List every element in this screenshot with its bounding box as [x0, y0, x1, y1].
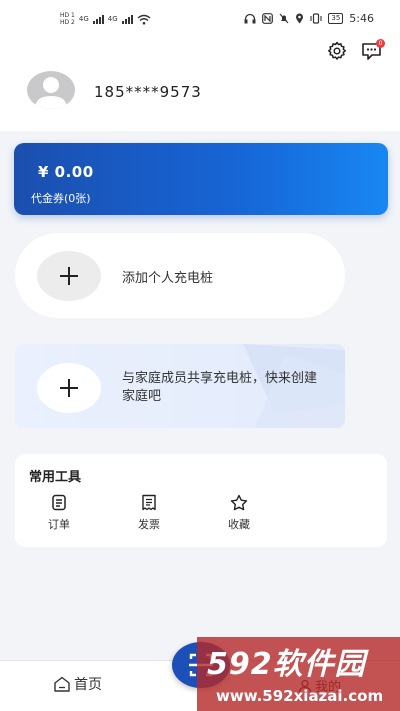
- battery-icon: 35: [328, 13, 344, 24]
- signal1-icon: [92, 14, 104, 24]
- profile-header: 0 185****9573: [0, 38, 400, 131]
- create-family-label: 与家庭成员共享充电桩，快来创建家庭吧: [122, 371, 318, 404]
- nav-home[interactable]: 首页: [53, 674, 102, 694]
- tool-orders[interactable]: 订单: [39, 494, 79, 532]
- star-icon: [230, 494, 248, 511]
- watermark-logo: 592软件园: [207, 647, 366, 682]
- voucher-amount: ¥ 0.00: [38, 163, 94, 181]
- headphone-icon: [244, 13, 256, 24]
- user-avatar-icon: [35, 77, 67, 109]
- vibrate-icon: [310, 13, 322, 24]
- invoice-icon: [142, 494, 156, 511]
- clock: 5:46: [349, 12, 374, 25]
- watermark: 592软件园 www.592xiazai.com: [197, 637, 400, 711]
- network1-label: 4G: [78, 15, 89, 23]
- nfc-icon: [262, 13, 274, 24]
- tool-invoice-label: 发票: [138, 518, 160, 531]
- common-tools-panel: 常用工具 订单 发票 收藏: [15, 454, 387, 547]
- tool-favorites-label: 收藏: [228, 518, 250, 531]
- nav-home-label: 首页: [74, 677, 102, 693]
- user-phone: 185****9573: [94, 83, 202, 101]
- mute-icon: [279, 13, 289, 24]
- tool-favorites[interactable]: 收藏: [219, 494, 259, 532]
- status-left: HD 1 HD 2 4G 4G: [60, 12, 151, 26]
- status-right: 35 5:46: [244, 12, 374, 25]
- order-icon: [52, 494, 66, 511]
- hd-indicator: HD 1 HD 2: [60, 12, 75, 26]
- hd1-label: HD 1: [60, 12, 75, 19]
- tools-title: 常用工具: [29, 470, 82, 485]
- network2-label: 4G: [107, 15, 118, 23]
- add-plus-icon: [37, 251, 101, 301]
- family-plus-icon: [37, 363, 101, 413]
- voucher-card[interactable]: ¥ 0.00 代金券(0张): [14, 143, 388, 215]
- settings-gear-icon[interactable]: [327, 41, 347, 61]
- message-button[interactable]: 0: [361, 39, 385, 63]
- location-icon: [296, 13, 304, 24]
- voucher-count: 代金券(0张): [31, 192, 91, 205]
- watermark-url: www.592xiazai.com: [216, 687, 384, 705]
- home-icon: [54, 676, 70, 692]
- add-charger-card[interactable]: 添加个人充电桩: [15, 233, 345, 318]
- tool-invoice[interactable]: 发票: [129, 494, 169, 532]
- status-bar: HD 1 HD 2 4G 4G 35 5:46: [0, 0, 400, 38]
- add-charger-label: 添加个人充电桩: [122, 271, 214, 286]
- avatar[interactable]: [27, 71, 75, 109]
- hd2-label: HD 2: [60, 19, 75, 26]
- message-badge: 0: [376, 39, 385, 48]
- tool-orders-label: 订单: [48, 518, 70, 531]
- signal2-icon: [121, 14, 133, 24]
- create-family-card[interactable]: 与家庭成员共享充电桩，快来创建家庭吧: [15, 344, 345, 428]
- wifi-icon: [137, 14, 151, 24]
